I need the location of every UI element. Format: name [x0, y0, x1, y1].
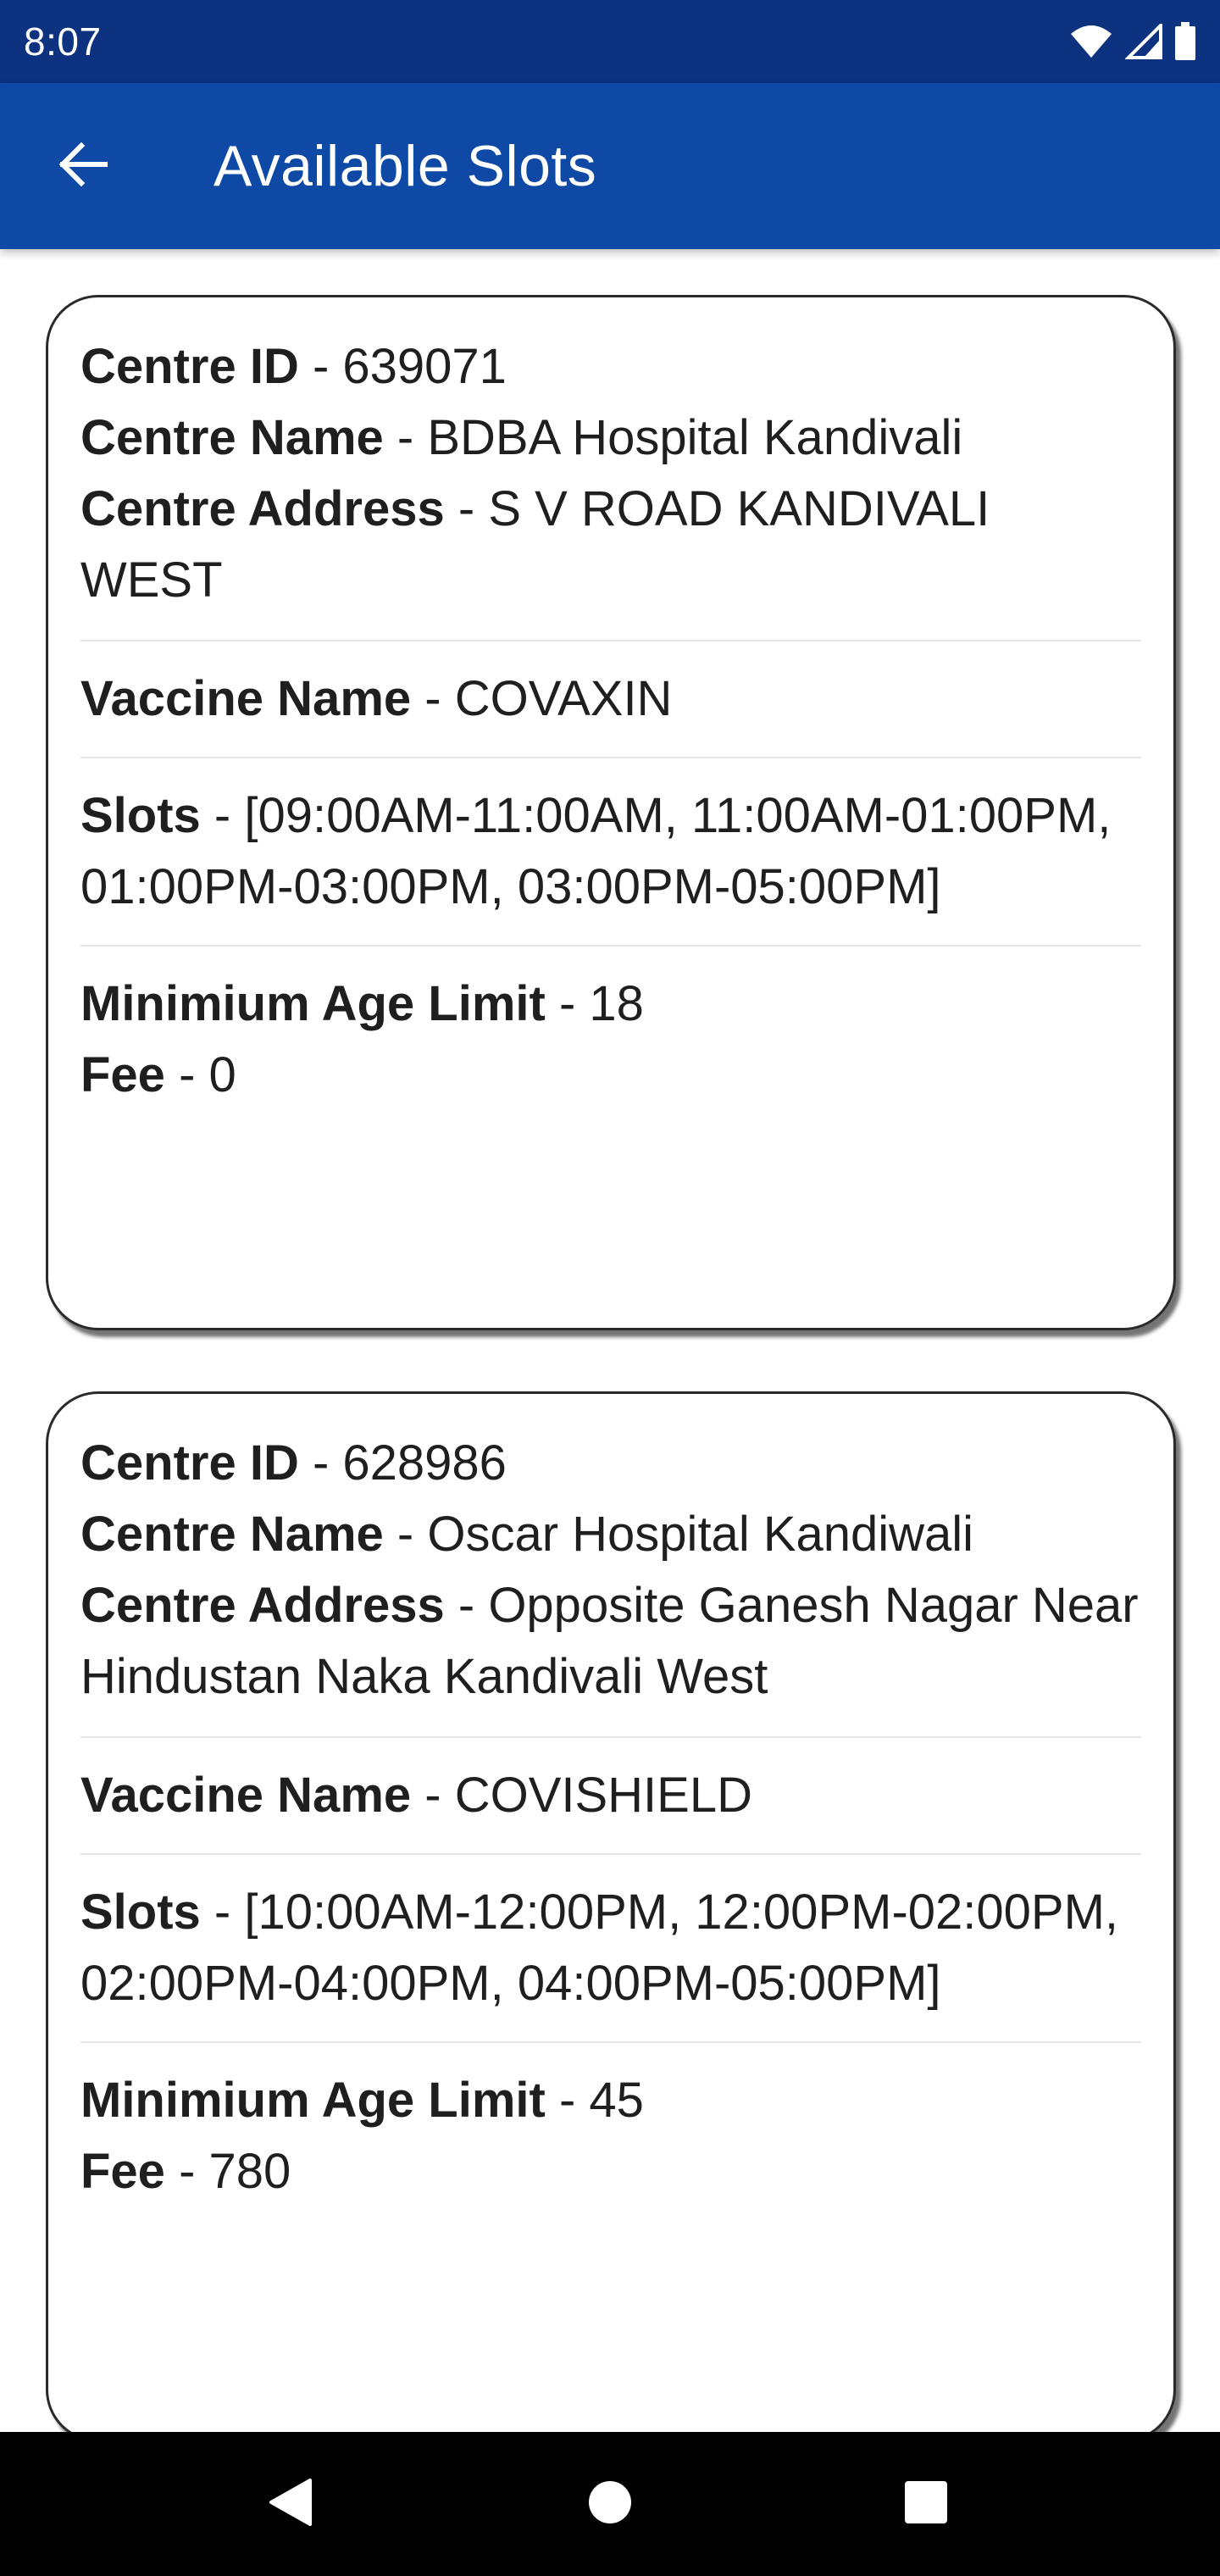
vaccine-name-line: Vaccine Name - COVISHIELD: [80, 1768, 753, 1823]
min-age-value: 45: [589, 2073, 644, 2128]
fee-line: Fee - 0: [80, 1047, 236, 1102]
vaccine-name-label: Vaccine Name: [80, 671, 412, 726]
arrow-left-icon: [56, 141, 108, 192]
fee-line: Fee - 780: [80, 2144, 291, 2199]
vaccine-section: Vaccine Name - COVAXIN: [80, 640, 1141, 757]
battery-icon: [1174, 22, 1196, 61]
fee-value: 0: [208, 1047, 236, 1102]
centre-name-line: Centre Name - Oscar Hospital Kandiwali: [80, 1507, 974, 1562]
min-age-line: Minimium Age Limit - 18: [80, 976, 644, 1031]
centre-card[interactable]: Centre ID - 639071 Centre Name - BDBA Ho…: [46, 295, 1176, 1330]
min-age-line: Minimium Age Limit - 45: [80, 2073, 644, 2128]
centre-address-line: Centre Address - Opposite Ganesh Nagar N…: [80, 1578, 1139, 1704]
nav-recents-button[interactable]: [850, 2432, 1002, 2576]
status-icons: [1069, 22, 1196, 61]
screen: 8:07 Available Slots Centre ID - 639071 …: [0, 0, 1220, 2576]
vaccine-name-label: Vaccine Name: [80, 1768, 412, 1823]
slots-section: Slots - [10:00AM-12:00PM, 12:00PM-02:00P…: [80, 1853, 1141, 2041]
app-bar: Available Slots: [0, 83, 1220, 249]
slots-section: Slots - [09:00AM-11:00AM, 11:00AM-01:00P…: [80, 757, 1141, 945]
vaccine-section: Vaccine Name - COVISHIELD: [80, 1736, 1141, 1853]
centre-address-line: Centre Address - S V ROAD KANDIVALI WEST: [80, 481, 990, 608]
fee-label: Fee: [80, 1047, 165, 1102]
navigation-bar: [0, 2432, 1220, 2576]
centre-name-label: Centre Name: [80, 410, 384, 465]
nav-home-button[interactable]: [534, 2432, 686, 2576]
nav-home-circle-icon: [587, 2479, 633, 2529]
age-fee-section: Minimium Age Limit - 18 Fee - 0: [80, 945, 1141, 1133]
centre-id-line: Centre ID - 639071: [80, 339, 507, 394]
centre-info-section: Centre ID - 639071 Centre Name - BDBA Ho…: [80, 331, 1141, 640]
centre-name-label: Centre Name: [80, 1507, 384, 1562]
age-fee-section: Minimium Age Limit - 45 Fee - 780: [80, 2041, 1141, 2229]
cell-signal-icon: [1125, 24, 1162, 59]
nav-recents-square-icon: [904, 2480, 948, 2529]
min-age-label: Minimium Age Limit: [80, 2073, 546, 2128]
nav-back-button[interactable]: [214, 2432, 367, 2576]
centre-address-label: Centre Address: [80, 481, 445, 536]
centre-id-label: Centre ID: [80, 1435, 299, 1491]
back-button[interactable]: [36, 119, 129, 213]
nav-back-triangle-icon: [268, 2478, 313, 2531]
wifi-icon: [1069, 24, 1113, 59]
centre-id-line: Centre ID - 628986: [80, 1435, 507, 1491]
centre-name-value: Oscar Hospital Kandiwali: [427, 1507, 974, 1562]
centre-card[interactable]: Centre ID - 628986 Centre Name - Oscar H…: [46, 1391, 1176, 2432]
centre-address-label: Centre Address: [80, 1578, 445, 1633]
centre-info-section: Centre ID - 628986 Centre Name - Oscar H…: [80, 1428, 1141, 1736]
centre-id-label: Centre ID: [80, 339, 299, 394]
slots-label: Slots: [80, 1885, 201, 1940]
vaccine-name-value: COVAXIN: [454, 671, 673, 726]
slots-list[interactable]: Centre ID - 639071 Centre Name - BDBA Ho…: [0, 249, 1220, 2432]
slots-line: Slots - [09:00AM-11:00AM, 11:00AM-01:00P…: [80, 788, 1112, 914]
centre-id-value: 628986: [342, 1435, 507, 1491]
vaccine-name-line: Vaccine Name - COVAXIN: [80, 671, 673, 726]
slots-label: Slots: [80, 788, 201, 843]
fee-value: 780: [208, 2144, 291, 2199]
min-age-label: Minimium Age Limit: [80, 976, 546, 1031]
centre-name-line: Centre Name - BDBA Hospital Kandivali: [80, 410, 963, 465]
vaccine-name-value: COVISHIELD: [454, 1768, 753, 1823]
centre-id-value: 639071: [342, 339, 507, 394]
centre-name-value: BDBA Hospital Kandivali: [427, 410, 963, 465]
status-bar: 8:07: [0, 0, 1220, 83]
slots-line: Slots - [10:00AM-12:00PM, 12:00PM-02:00P…: [80, 1885, 1119, 2011]
status-time: 8:07: [24, 19, 102, 64]
fee-label: Fee: [80, 2144, 165, 2199]
page-title: Available Slots: [214, 134, 597, 198]
min-age-value: 18: [589, 976, 644, 1031]
